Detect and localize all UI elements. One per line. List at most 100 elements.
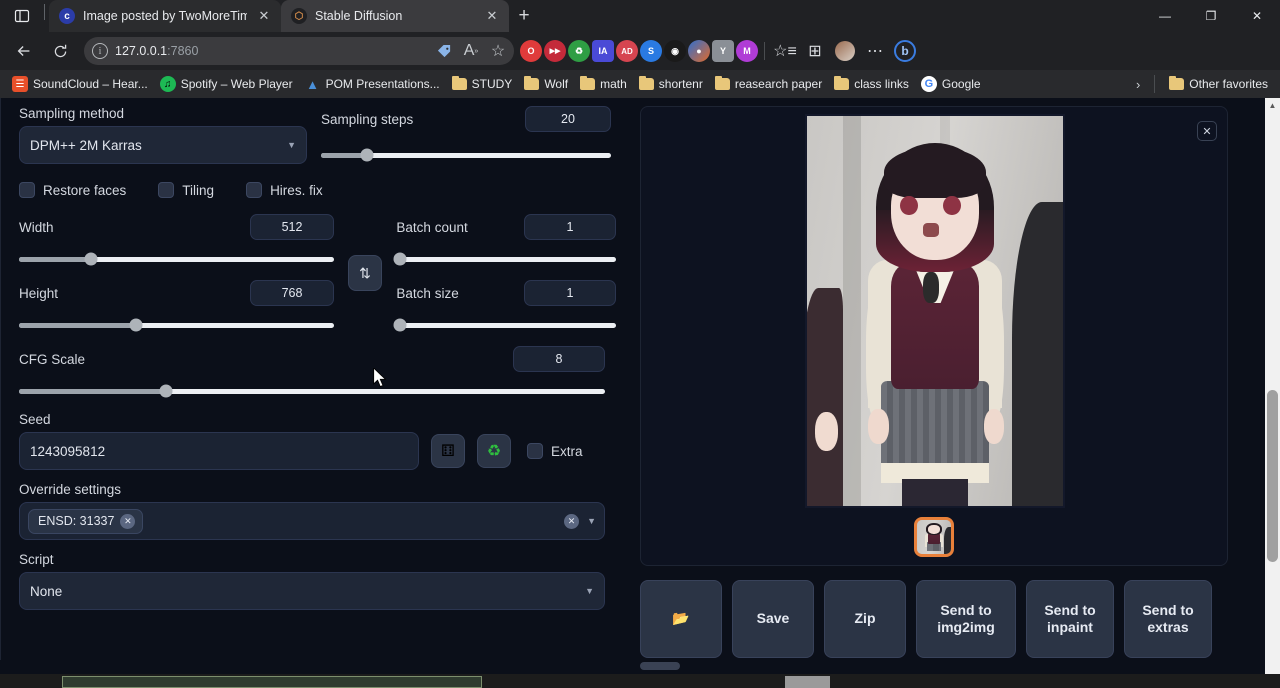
fast-forward-icon[interactable]: ▶▶ [544, 40, 566, 62]
batch-size-slider[interactable] [396, 318, 616, 332]
close-window-button[interactable]: ✕ [1234, 0, 1280, 32]
bookmarks-overflow-chevron[interactable]: › [1130, 77, 1146, 92]
restore-faces-label: Restore faces [43, 183, 126, 198]
settings-more-icon[interactable]: ⋯ [861, 37, 889, 65]
script-dropdown[interactable]: None ▼ [19, 572, 605, 610]
slider-knob[interactable] [159, 385, 172, 398]
checkbox-box[interactable] [19, 182, 35, 198]
send-to-inpaint-button[interactable]: Send to inpaint [1026, 580, 1114, 658]
magic-wand-icon[interactable]: M [736, 40, 758, 62]
add-favorite-icon[interactable]: ☆ [488, 41, 508, 61]
shazam-icon[interactable]: S [640, 40, 662, 62]
horizontal-scroll-thumb[interactable] [640, 662, 680, 670]
bookmark-wolf[interactable]: Wolf [518, 74, 574, 94]
send-to-img2img-button[interactable]: Send to img2img [916, 580, 1016, 658]
bookmark-math[interactable]: math [574, 74, 633, 94]
batch-count-value[interactable]: 1 [524, 214, 616, 240]
slider-knob[interactable] [129, 319, 142, 332]
extra-seed-checkbox[interactable]: Extra [527, 443, 583, 459]
opera-icon[interactable]: O [520, 40, 542, 62]
recycle-icon[interactable]: ♻ [477, 434, 511, 468]
yandex-icon[interactable]: Y [712, 40, 734, 62]
slider-knob[interactable] [361, 149, 374, 162]
checkbox-box[interactable] [527, 443, 543, 459]
save-button[interactable]: Save [732, 580, 814, 658]
shopping-tag-icon[interactable] [434, 41, 454, 61]
restore-faces-checkbox[interactable]: Restore faces [19, 182, 126, 198]
bookmark-study[interactable]: STUDY [446, 74, 519, 94]
hires-fix-checkbox[interactable]: Hires. fix [246, 182, 323, 198]
browser-tab-2-close-icon[interactable]: ✕ [483, 7, 501, 25]
profile-avatar[interactable] [831, 37, 859, 65]
maximize-button[interactable]: ❐ [1188, 0, 1234, 32]
override-token-ensd[interactable]: ENSD: 31337 ✕ [28, 509, 143, 534]
slider-knob[interactable] [393, 253, 406, 266]
slider-knob[interactable] [85, 253, 98, 266]
sampling-method-label: Sampling method [19, 106, 307, 121]
checkbox-box[interactable] [246, 182, 262, 198]
sampling-steps-value[interactable]: 20 [525, 106, 611, 132]
address-bar[interactable]: i 127.0.0.1:7860 A» ☆ [84, 37, 514, 65]
favorites-star-icon[interactable]: ☆≡ [771, 37, 799, 65]
checkbox-box[interactable] [158, 182, 174, 198]
back-button[interactable] [8, 36, 40, 66]
collections-icon[interactable]: ⊞ [801, 37, 829, 65]
bookmark-google[interactable]: G Google [915, 73, 987, 95]
adblock-icon[interactable]: AD [616, 40, 638, 62]
height-slider[interactable] [19, 318, 334, 332]
clear-all-icon[interactable]: ✕ [564, 514, 579, 529]
browser-tab-2[interactable]: ⬡ Stable Diffusion ✕ [281, 0, 509, 32]
site-info-icon[interactable]: i [92, 43, 108, 59]
close-icon[interactable]: ✕ [1197, 121, 1217, 141]
horizontal-scrollbar[interactable] [0, 660, 1266, 673]
minimize-button[interactable]: — [1142, 0, 1188, 32]
cfg-scale-slider[interactable] [19, 384, 605, 398]
tiling-checkbox[interactable]: Tiling [158, 182, 214, 198]
tab-search-icon[interactable] [0, 0, 44, 32]
colorful-globe-icon[interactable]: ● [688, 40, 710, 62]
location-pin-icon[interactable]: ◉ [664, 40, 686, 62]
read-aloud-icon[interactable]: A» [461, 41, 481, 61]
width-slider[interactable] [19, 252, 334, 266]
bookmark-spotify[interactable]: ♫ Spotify – Web Player [154, 73, 299, 95]
width-value[interactable]: 512 [250, 214, 334, 240]
bing-copilot-icon[interactable]: b [891, 37, 919, 65]
cfg-scale-value[interactable]: 8 [513, 346, 605, 372]
browser-tab-1[interactable]: c Image posted by TwoMoreTimes ✕ [49, 0, 281, 32]
result-action-buttons: 📂 Save Zip Send to img2img Send to inpai… [640, 580, 1238, 658]
send-to-extras-button[interactable]: Send to extras [1124, 580, 1212, 658]
result-thumbnail[interactable] [914, 517, 954, 557]
vertical-scrollbar[interactable]: ▲ ▼ [1265, 98, 1280, 688]
taskbar-window-preview[interactable] [62, 676, 482, 688]
generated-image[interactable] [805, 114, 1065, 508]
bookmark-class-links[interactable]: class links [828, 74, 915, 94]
chevron-down-icon[interactable]: ▼ [587, 516, 596, 526]
override-settings-multiselect[interactable]: ENSD: 31337 ✕ ✕ ▼ [19, 502, 605, 540]
close-icon[interactable]: ✕ [120, 514, 135, 529]
internet-archive-icon[interactable]: IA [592, 40, 614, 62]
browser-tab-1-close-icon[interactable]: ✕ [255, 7, 273, 25]
batch-size-value[interactable]: 1 [524, 280, 616, 306]
sampling-method-dropdown[interactable]: DPM++ 2M Karras ▼ [19, 126, 307, 164]
bookmark-pom-presentations[interactable]: ▲ POM Presentations... [299, 73, 446, 95]
new-tab-button[interactable]: + [509, 2, 539, 30]
vertical-scroll-thumb[interactable] [1267, 390, 1278, 562]
batch-count-slider[interactable] [396, 252, 616, 266]
bookmark-shortenr[interactable]: shortenr [633, 74, 709, 94]
swap-dimensions-button[interactable]: ⇅ [348, 255, 382, 291]
zip-button[interactable]: Zip [824, 580, 906, 658]
other-favorites-folder[interactable]: Other favorites [1163, 74, 1274, 94]
bookmark-research-paper[interactable]: reasearch paper [709, 74, 828, 94]
open-folder-button[interactable]: 📂 [640, 580, 722, 658]
scroll-up-arrow[interactable]: ▲ [1265, 98, 1280, 113]
slider-knob[interactable] [393, 319, 406, 332]
sampling-steps-label: Sampling steps [321, 112, 413, 127]
reload-button[interactable] [44, 36, 76, 66]
dice-icon[interactable]: ⚅ [431, 434, 465, 468]
sampling-steps-slider[interactable] [321, 148, 611, 162]
height-value[interactable]: 768 [250, 280, 334, 306]
taskbar-item[interactable] [785, 676, 830, 688]
seed-input[interactable]: 1243095812 [19, 432, 419, 470]
bookmark-soundcloud[interactable]: ☰ SoundCloud – Hear... [6, 73, 154, 95]
trash-extension-icon[interactable]: ♻ [568, 40, 590, 62]
